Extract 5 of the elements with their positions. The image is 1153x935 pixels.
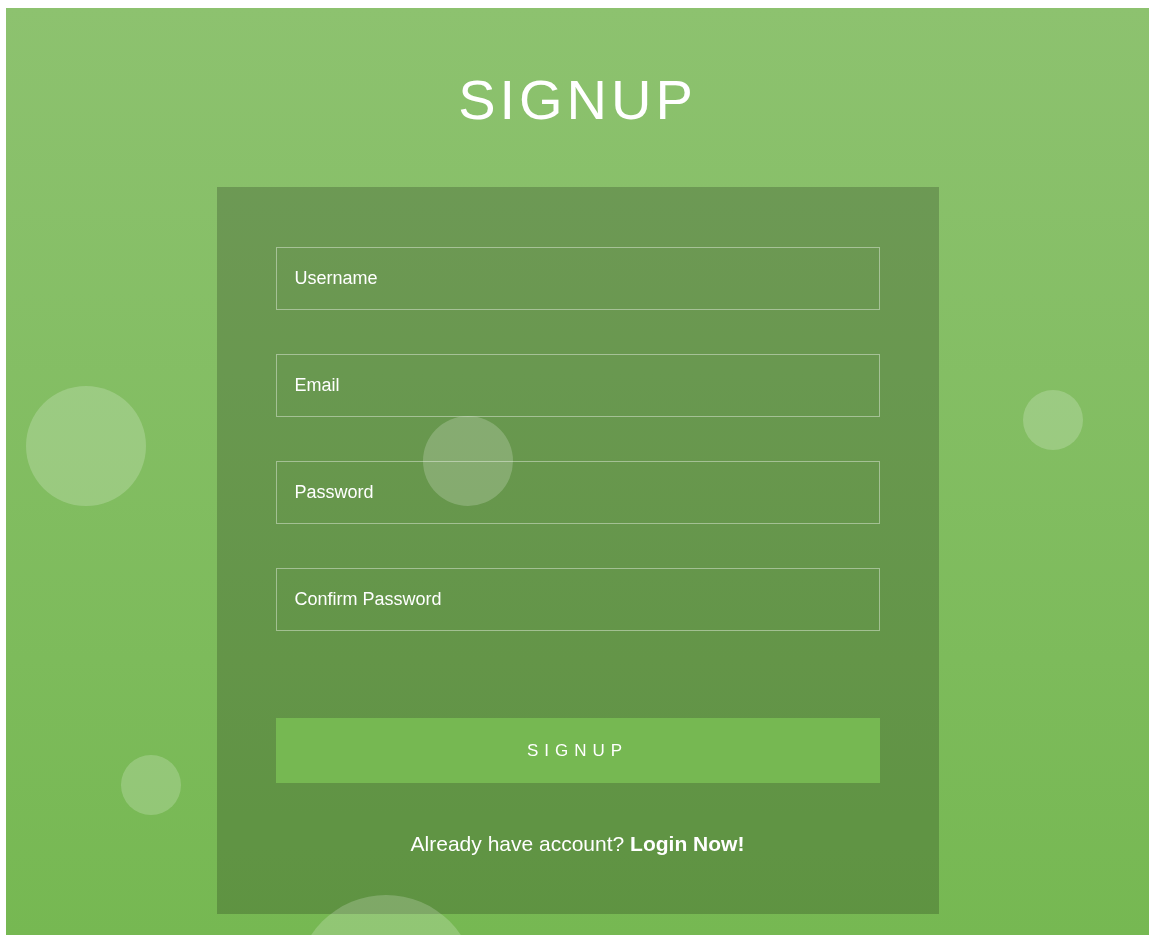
circle-decoration xyxy=(121,755,181,815)
signup-button[interactable]: SIGNUP xyxy=(275,718,880,783)
account-prompt: Already have account? xyxy=(410,832,625,855)
login-link[interactable]: Login Now! xyxy=(630,832,745,855)
page-title: SIGNUP xyxy=(458,68,697,132)
